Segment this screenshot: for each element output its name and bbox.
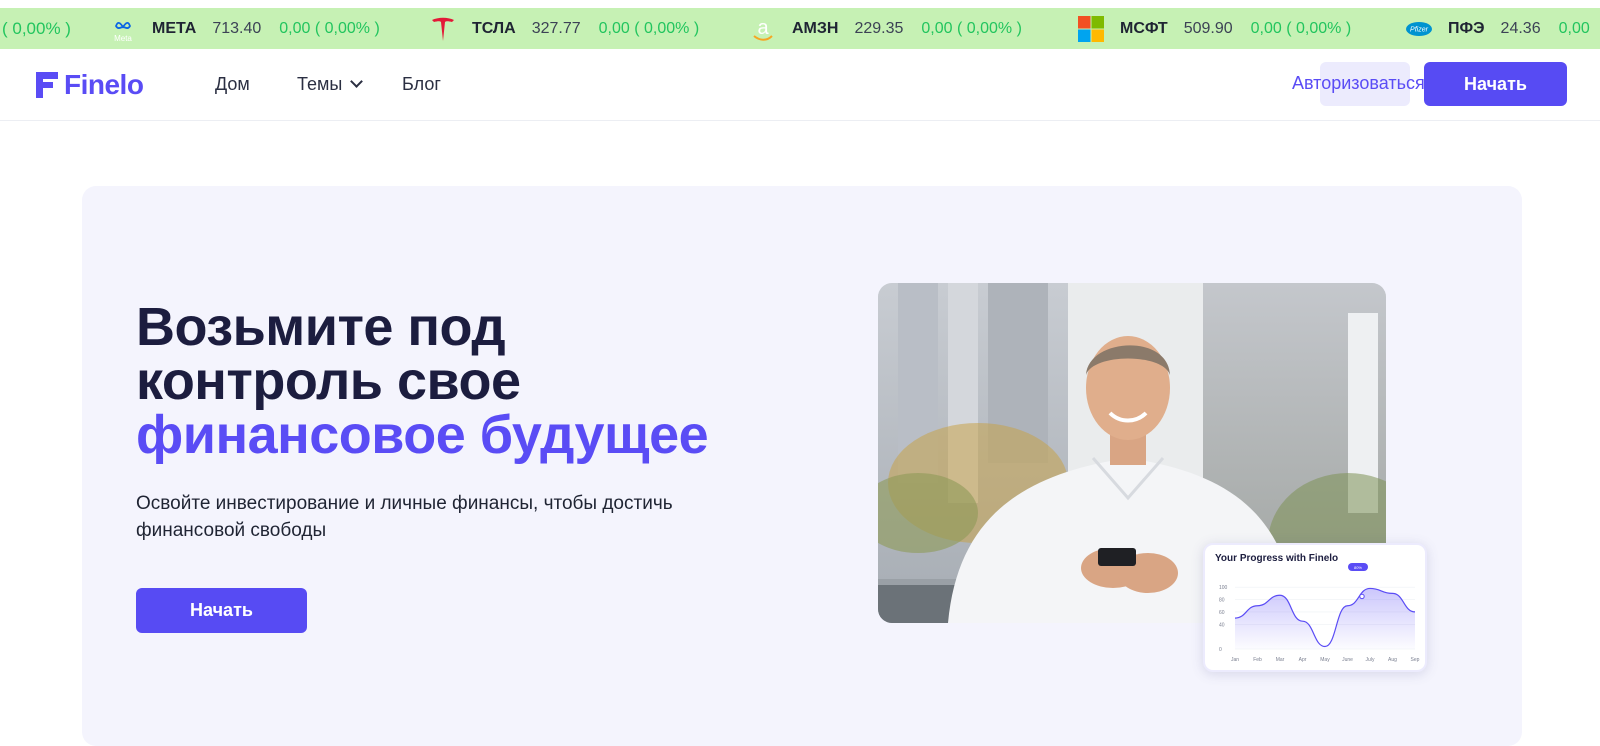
y-tick-label: 100 — [1219, 585, 1228, 591]
ticker-change: 0,00 ( 0,00% ) — [598, 19, 700, 37]
svg-text:Pfizer: Pfizer — [1410, 26, 1429, 33]
ticker-lead-change: ( 0,00% ) — [2, 19, 71, 38]
ticker-price: 327.77 — [531, 19, 581, 37]
ticker-price: 509.90 — [1183, 19, 1233, 37]
y-tick-label: 80 — [1219, 598, 1225, 604]
nav-home[interactable]: Дом — [215, 74, 250, 95]
svg-text:a: a — [757, 17, 769, 39]
series-area — [1235, 588, 1415, 649]
ticker-item-tesla[interactable]: ТСЛА 327.77 0,00 ( 0,00% ) — [428, 8, 699, 49]
ticker-price: 713.40 — [212, 19, 262, 37]
ticker-change: 0,00 — [1558, 19, 1590, 37]
microsoft-logo-icon — [1076, 14, 1106, 44]
hero-subtitle: Освойте инвестирование и личные финансы,… — [136, 493, 673, 541]
meta-logo-icon: Meta — [108, 14, 138, 44]
brand-logo[interactable]: Finelo — [36, 69, 144, 101]
login-button[interactable]: Авторизоваться — [1292, 73, 1425, 94]
x-tick-label: July — [1366, 657, 1375, 663]
hero-title-line-2: контроль свое — [136, 351, 521, 411]
site-header: Finelo Дом Темы Блог Авторизоваться Нача… — [0, 49, 1600, 121]
hero-title: Возьмите под контроль свое финансовое бу… — [136, 297, 709, 465]
ticker-symbol: ТСЛА — [472, 19, 516, 37]
stock-ticker: ( 0,00% ) Meta МЕТА 713.40 0,00 ( 0,00% … — [0, 8, 1600, 49]
highlight-point — [1359, 593, 1365, 600]
ticker-item-amazon[interactable]: a АМЗН 229.35 0,00 ( 0,00% ) — [748, 8, 1022, 49]
get-started-button[interactable]: Начать — [1424, 62, 1567, 106]
ticker-change: 0,00 ( 0,00% ) — [279, 19, 380, 37]
x-tick-label: Feb — [1253, 657, 1262, 663]
x-tick-label: Aug — [1388, 657, 1397, 663]
y-tick-label: 0 — [1219, 647, 1222, 653]
ticker-price: 229.35 — [854, 19, 904, 37]
ticker-price: 24.36 — [1500, 19, 1541, 37]
hero-title-line-1: Возьмите под — [136, 297, 506, 357]
ticker-item-pfizer[interactable]: Pfizer ПФЭ 24.36 0,00 — [1404, 8, 1590, 49]
ticker-symbol: ПФЭ — [1448, 19, 1485, 37]
ticker-change: 0,00 ( 0,00% ) — [921, 19, 1022, 37]
finelo-logo-icon — [36, 72, 58, 98]
ticker-symbol: МСФТ — [1120, 19, 1168, 37]
x-tick-label: Mar — [1276, 657, 1285, 663]
y-tick-label: 60 — [1219, 610, 1225, 616]
ticker-symbol: АМЗН — [792, 19, 839, 37]
nav-topics-label: Темы — [297, 74, 343, 94]
pfizer-logo-icon: Pfizer — [1404, 14, 1434, 44]
progress-chart: 100 80 60 40 0 80% Jan Feb Mar Apr May June July Aug S… — [1219, 563, 1420, 663]
ticker-symbol: МЕТА — [152, 19, 197, 37]
amazon-logo-icon: a — [748, 14, 778, 44]
ticker-item-meta[interactable]: Meta МЕТА 713.40 0,00 ( 0,00% ) — [108, 8, 380, 49]
brand-name: Finelo — [64, 69, 144, 100]
y-tick-label: 40 — [1219, 622, 1225, 628]
highlight-badge-label: 80% — [1354, 565, 1362, 570]
nav-topics[interactable]: Темы — [297, 74, 364, 95]
x-tick-label: June — [1342, 657, 1353, 663]
hero-get-started-button[interactable]: Начать — [136, 588, 307, 633]
x-tick-label: Jan — [1231, 657, 1239, 663]
nav-blog[interactable]: Блог — [402, 74, 441, 95]
x-tick-label: May — [1320, 657, 1330, 663]
progress-card: Your Progress with Finelo 100 80 60 40 0 80% J… — [1203, 543, 1427, 672]
ticker-change: 0,00 ( 0,00% ) — [1250, 19, 1352, 37]
svg-text:Meta: Meta — [114, 34, 132, 43]
ticker-item-microsoft[interactable]: МСФТ 509.90 0,00 ( 0,00% ) — [1076, 8, 1351, 49]
tesla-logo-icon — [428, 14, 458, 44]
x-tick-label: Sep — [1411, 657, 1420, 663]
hero-title-accent: финансовое будущее — [136, 405, 709, 465]
x-tick-label: Apr — [1299, 657, 1307, 663]
chevron-down-icon — [350, 75, 364, 88]
